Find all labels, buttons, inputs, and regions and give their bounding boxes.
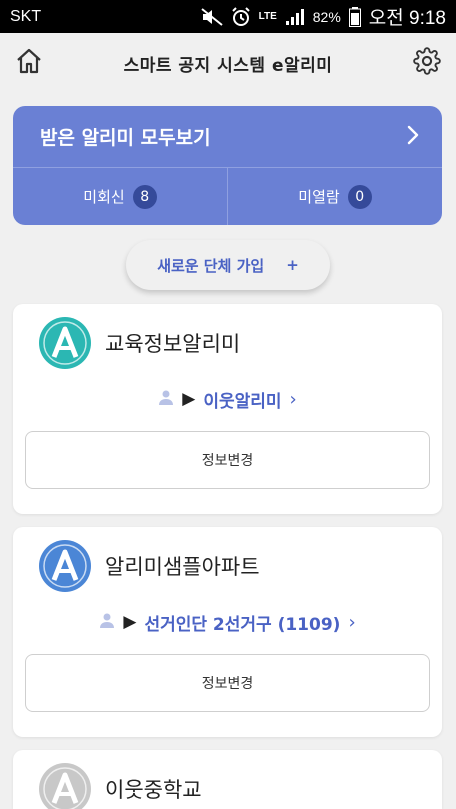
unreplied-label: 미회신: [83, 188, 125, 206]
page-title: 스마트 공지 시스템 e알리미: [123, 55, 333, 76]
signal-icon: [285, 8, 305, 26]
carrier-name: SKT: [10, 7, 42, 25]
group-card: 알리미샘플아파트 ▶ 선거인단 2선거구 (1109) › 정보변경: [13, 527, 442, 737]
status-bar: SKT LTE 82% 오전 9:18: [0, 0, 456, 33]
status-indicators: LTE 82% 오전 9:18: [200, 3, 446, 30]
group-name: 이웃중학교: [105, 778, 202, 802]
group-name: 교육정보알리미: [105, 332, 241, 356]
chevron-right-icon: ›: [348, 611, 356, 633]
clock: 오전 9:18: [368, 8, 446, 29]
plus-icon: +: [286, 256, 299, 274]
group-logo: [39, 763, 91, 809]
change-info-button[interactable]: 정보변경: [25, 431, 430, 489]
unviewed-filter[interactable]: 미열람 0: [227, 168, 442, 225]
group-name: 알리미샘플아파트: [105, 555, 260, 579]
battery-level: 82%: [312, 8, 341, 25]
group-logo: [39, 317, 91, 369]
group-logo: [39, 540, 91, 592]
home-button[interactable]: [14, 48, 44, 78]
user-icon: [158, 389, 174, 410]
unreplied-count-badge: 8: [132, 184, 157, 209]
member-name: 선거인단 2선거구 (1109): [144, 614, 341, 635]
view-all-notices-button[interactable]: 받은 알리미 모두보기: [13, 106, 442, 168]
join-group-label: 새로운 단체 가입: [157, 256, 265, 275]
unreplied-filter[interactable]: 미회신 8: [13, 168, 227, 225]
unviewed-count-badge: 0: [347, 184, 372, 209]
play-arrow-icon: ▶: [123, 612, 137, 632]
mute-icon: [200, 7, 223, 26]
change-info-label: 정보변경: [201, 676, 254, 692]
settings-button[interactable]: [412, 47, 442, 79]
chevron-right-icon: [406, 124, 420, 150]
group-card: 이웃중학교: [13, 750, 442, 809]
alarm-icon: [231, 6, 251, 27]
chevron-right-icon: ›: [289, 388, 297, 410]
unviewed-label: 미열람: [298, 188, 340, 206]
member-name: 이웃알리미: [203, 391, 282, 412]
change-info-label: 정보변경: [201, 453, 254, 469]
view-all-label: 받은 알리미 모두보기: [40, 127, 211, 149]
member-link[interactable]: ▶ 이웃알리미 ›: [13, 379, 442, 419]
change-info-button[interactable]: 정보변경: [25, 654, 430, 712]
notice-summary-card: 받은 알리미 모두보기 미회신 8 미열람 0: [13, 106, 442, 225]
play-arrow-icon: ▶: [182, 389, 196, 409]
user-icon: [99, 612, 115, 633]
gear-icon: [413, 47, 441, 79]
member-link[interactable]: ▶ 선거인단 2선거구 (1109) ›: [13, 602, 442, 642]
battery-icon: [348, 6, 361, 27]
group-card: 교육정보알리미 ▶ 이웃알리미 › 정보변경: [13, 304, 442, 514]
home-icon: [15, 47, 43, 79]
app-header: 스마트 공지 시스템 e알리미: [0, 33, 456, 93]
join-group-button[interactable]: 새로운 단체 가입 +: [126, 240, 330, 290]
network-type: LTE: [258, 11, 277, 22]
